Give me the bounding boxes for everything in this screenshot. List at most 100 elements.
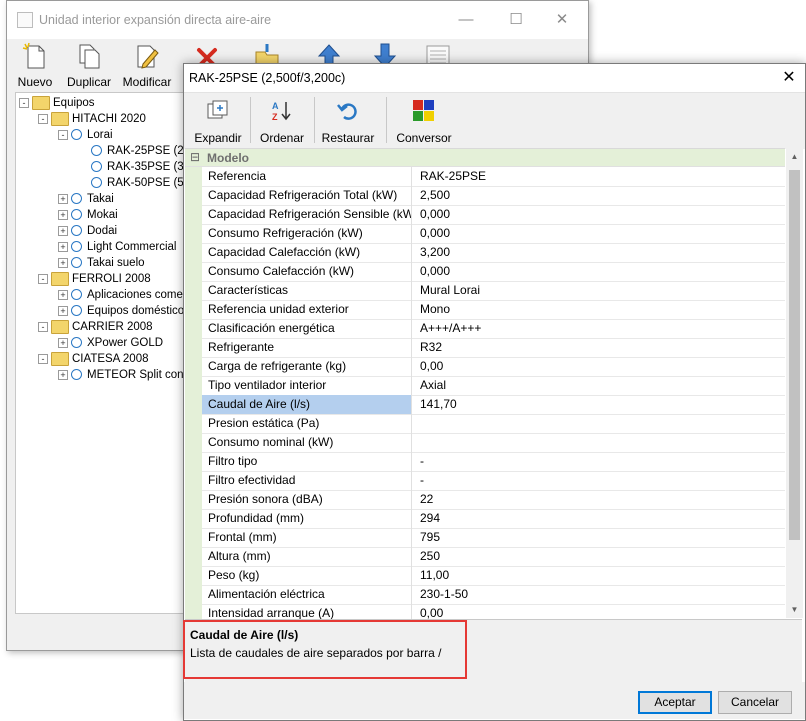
property-value[interactable]: 294 (420, 509, 440, 528)
property-name[interactable]: Alimentación eléctrica (202, 585, 412, 604)
property-value[interactable]: R32 (420, 338, 442, 357)
property-value[interactable]: 795 (420, 528, 440, 547)
property-value[interactable]: 230-1-50 (420, 585, 468, 604)
property-row[interactable]: Presión sonora (dBA) 22 (202, 490, 785, 510)
property-name[interactable]: Filtro tipo (202, 452, 412, 471)
sort-button[interactable]: A Z Ordenar (254, 93, 310, 149)
property-value[interactable]: RAK-25PSE (420, 167, 486, 186)
minimize-button[interactable]: — (443, 8, 489, 32)
property-value[interactable]: A+++/A+++ (420, 319, 481, 338)
property-row[interactable]: Filtro efectividad - (202, 471, 785, 491)
tree-expander[interactable]: + (58, 338, 68, 348)
scroll-up-button[interactable]: ▲ (786, 148, 803, 165)
property-name[interactable]: Altura (mm) (202, 547, 412, 566)
property-row[interactable]: Intensidad arranque (A) 0,00 (202, 604, 785, 619)
property-row[interactable]: Consumo nominal (kW) (202, 433, 785, 453)
close-button[interactable]: ✕ (539, 8, 585, 32)
modify-button[interactable]: Modificar (119, 39, 175, 91)
property-row[interactable]: Capacidad Refrigeración Total (kW) 2,500 (202, 186, 785, 206)
maximize-button[interactable]: ☐ (493, 8, 539, 32)
tree-expander[interactable]: - (38, 114, 48, 124)
property-row[interactable]: Presion estática (Pa) (202, 414, 785, 434)
property-value[interactable]: 22 (420, 490, 433, 509)
tree-expander[interactable]: + (58, 210, 68, 220)
tree-expander[interactable]: - (38, 322, 48, 332)
property-value[interactable]: Axial (420, 376, 446, 395)
property-name[interactable]: Presion estática (Pa) (202, 414, 412, 433)
tree-expander[interactable]: + (58, 306, 68, 316)
property-row[interactable]: Referencia RAK-25PSE (202, 167, 785, 187)
tree-expander[interactable]: - (58, 130, 68, 140)
accept-button[interactable]: Aceptar (638, 691, 712, 714)
property-row[interactable]: Referencia unidad exterior Mono (202, 300, 785, 320)
property-value[interactable]: 0,00 (420, 357, 443, 376)
property-name[interactable]: Frontal (mm) (202, 528, 412, 547)
dialog-close-button[interactable]: ✕ (777, 67, 801, 89)
property-row[interactable]: Peso (kg) 11,00 (202, 566, 785, 586)
property-name[interactable]: Referencia unidad exterior (202, 300, 412, 319)
property-row[interactable]: Alimentación eléctrica 230-1-50 (202, 585, 785, 605)
property-row[interactable]: Consumo Refrigeración (kW) 0,000 (202, 224, 785, 244)
collapse-toggle[interactable]: ⊟ (190, 150, 200, 164)
property-row[interactable]: Refrigerante R32 (202, 338, 785, 358)
property-value[interactable]: 3,200 (420, 243, 450, 262)
property-value[interactable]: Mural Lorai (420, 281, 480, 300)
property-row[interactable]: Capacidad Refrigeración Sensible (kW) 0,0… (202, 205, 785, 225)
property-value[interactable]: 0,00 (420, 604, 443, 619)
property-grid[interactable]: ⊟ Modelo Referencia RAK-25PSE Capacidad Re… (185, 148, 785, 619)
tree-expander[interactable]: - (38, 274, 48, 284)
tree-expander[interactable]: - (38, 354, 48, 364)
property-name[interactable]: Consumo Calefacción (kW) (202, 262, 412, 281)
tree-expander[interactable]: + (58, 290, 68, 300)
tree-expander[interactable]: + (58, 370, 68, 380)
property-name[interactable]: Capacidad Calefacción (kW) (202, 243, 412, 262)
tree-expander[interactable]: + (58, 242, 68, 252)
property-name[interactable]: Carga de refrigerante (kg) (202, 357, 412, 376)
property-row[interactable]: Profundidad (mm) 294 (202, 509, 785, 529)
property-row[interactable]: Carga de refrigerante (kg) 0,00 (202, 357, 785, 377)
property-name[interactable]: Profundidad (mm) (202, 509, 412, 528)
property-name[interactable]: Filtro efectividad (202, 471, 412, 490)
new-button[interactable]: Nuevo (7, 39, 63, 91)
expand-button[interactable]: Expandir (190, 93, 246, 149)
scroll-thumb[interactable] (789, 170, 800, 540)
property-value[interactable]: 11,00 (420, 566, 449, 585)
property-value[interactable]: 0,000 (420, 262, 450, 281)
tree-expander[interactable]: + (58, 226, 68, 236)
vertical-scrollbar[interactable]: ▲ ▼ (786, 148, 803, 618)
property-name[interactable]: Peso (kg) (202, 566, 412, 585)
property-name[interactable]: Intensidad arranque (A) (202, 604, 412, 619)
property-name[interactable]: Consumo Refrigeración (kW) (202, 224, 412, 243)
property-name[interactable]: Tipo ventilador interior (202, 376, 412, 395)
property-row[interactable]: Frontal (mm) 795 (202, 528, 785, 548)
duplicate-button[interactable]: Duplicar (61, 39, 117, 91)
tree-expander[interactable]: - (19, 98, 29, 108)
cancel-button[interactable]: Cancelar (718, 691, 792, 714)
property-name[interactable]: Refrigerante (202, 338, 412, 357)
property-row[interactable]: Capacidad Calefacción (kW) 3,200 (202, 243, 785, 263)
tree-expander[interactable]: + (58, 258, 68, 268)
property-value[interactable]: 141,70 (420, 395, 457, 414)
property-row[interactable]: Caudal de Aire (l/s) 141,70 (202, 395, 785, 415)
property-value[interactable]: Mono (420, 300, 450, 319)
converter-button[interactable]: Conversor (392, 93, 456, 149)
property-name[interactable]: Referencia (202, 167, 412, 186)
property-row[interactable]: Altura (mm) 250 (202, 547, 785, 567)
property-value[interactable]: 250 (420, 547, 440, 566)
property-row[interactable]: Características Mural Lorai (202, 281, 785, 301)
property-name[interactable]: Características (202, 281, 412, 300)
property-row[interactable]: Tipo ventilador interior Axial (202, 376, 785, 396)
property-value[interactable]: 0,000 (420, 224, 450, 243)
restore-button[interactable]: Restaurar (318, 93, 378, 149)
property-value[interactable]: - (420, 471, 424, 490)
property-row[interactable]: Consumo Calefacción (kW) 0,000 (202, 262, 785, 282)
property-name[interactable]: Caudal de Aire (l/s) (202, 395, 412, 414)
property-name[interactable]: Consumo nominal (kW) (202, 433, 412, 452)
property-name[interactable]: Clasificación energética (202, 319, 412, 338)
tree-expander[interactable]: + (58, 194, 68, 204)
property-value[interactable]: - (420, 452, 424, 471)
property-name[interactable]: Presión sonora (dBA) (202, 490, 412, 509)
property-value[interactable]: 2,500 (420, 186, 450, 205)
property-name[interactable]: Capacidad Refrigeración Sensible (kW) (202, 205, 412, 224)
property-row[interactable]: Clasificación energética A+++/A+++ (202, 319, 785, 339)
